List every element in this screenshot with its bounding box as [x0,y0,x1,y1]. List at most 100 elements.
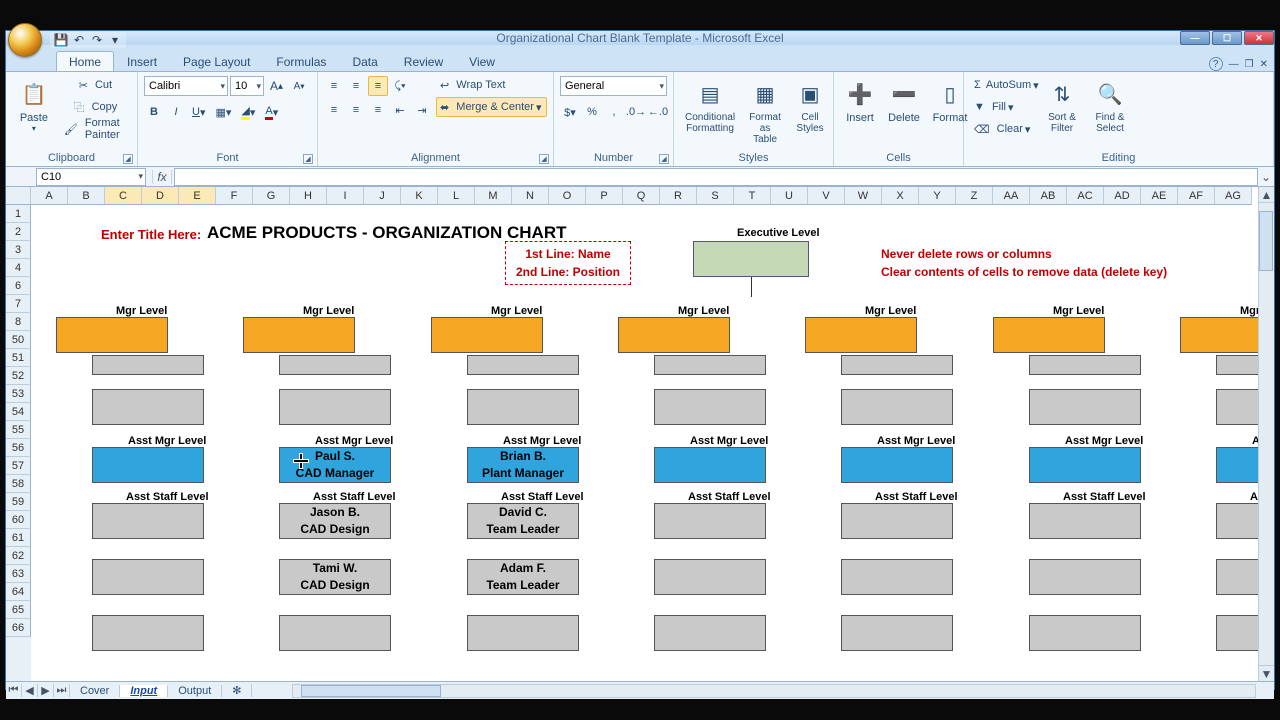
tab-nav-last[interactable]: ⏭ [54,684,70,697]
column-header-AB[interactable]: AB [1030,187,1067,205]
increase-decimal-button[interactable]: .0→ [626,102,646,122]
align-right-button[interactable]: ≡ [368,100,388,120]
row-header-65[interactable]: 65 [6,601,31,619]
italic-button[interactable]: I [166,102,186,122]
column-header-AF[interactable]: AF [1178,187,1215,205]
formula-input[interactable] [174,168,1258,186]
tab-home[interactable]: Home [56,51,114,71]
row-header-1[interactable]: 1 [6,205,31,223]
align-center-button[interactable]: ≡ [346,100,366,120]
inner-restore-icon[interactable]: ❐ [1245,59,1254,70]
column-header-AD[interactable]: AD [1104,187,1141,205]
row-header-2[interactable]: 2 [6,223,31,241]
row-header-50[interactable]: 50 [6,331,31,349]
fill-color-button[interactable]: ◢▾ [237,102,259,122]
copy-button[interactable]: ⿻ Copy [60,97,131,117]
column-header-AE[interactable]: AE [1141,187,1178,205]
column-header-J[interactable]: J [364,187,401,205]
ribbon-minimize-icon[interactable]: — [1229,59,1239,70]
tab-review[interactable]: Review [391,51,456,71]
cut-button[interactable]: ✂ Cut [60,75,131,95]
column-header-A[interactable]: A [31,187,68,205]
row-header-53[interactable]: 53 [6,385,31,403]
decrease-decimal-button[interactable]: ←.0 [648,102,668,122]
row-header-55[interactable]: 55 [6,421,31,439]
row-header-6[interactable]: 6 [6,277,31,295]
asst-staff-box[interactable] [1029,503,1141,539]
column-header-AC[interactable]: AC [1067,187,1104,205]
vertical-scrollbar[interactable]: ▲ ▼ [1258,187,1274,681]
column-header-L[interactable]: L [438,187,475,205]
asst-staff-box[interactable] [841,503,953,539]
comma-format-button[interactable]: , [604,102,624,122]
asst-mgr-box[interactable] [1029,447,1141,483]
name-box[interactable]: C10 [36,168,146,186]
insert-cells-button[interactable]: ➕Insert [840,75,880,150]
accounting-format-button[interactable]: $▾ [560,102,580,122]
asst-mgr-box[interactable]: Brian B.Plant Manager [467,447,579,483]
align-middle-button[interactable]: ≡ [346,76,366,96]
maximize-button[interactable]: ☐ [1212,31,1242,45]
asst-staff-box[interactable] [841,559,953,595]
row-header-54[interactable]: 54 [6,403,31,421]
staff-box[interactable] [1029,389,1141,425]
h-scroll-thumb[interactable] [301,685,441,697]
row-header-61[interactable]: 61 [6,529,31,547]
font-color-button[interactable]: A▾ [261,102,282,122]
tab-view[interactable]: View [456,51,508,71]
column-header-B[interactable]: B [68,187,105,205]
close-button[interactable]: ✕ [1244,31,1274,45]
formula-expand-icon[interactable]: ⌄ [1259,170,1273,184]
asst-staff-box[interactable] [654,559,766,595]
tab-nav-prev[interactable]: ◀ [22,684,38,697]
borders-button[interactable]: ▦▾ [211,102,235,122]
staff-box[interactable] [841,389,953,425]
staff-box[interactable] [841,355,953,375]
staff-box[interactable] [654,355,766,375]
row-header-51[interactable]: 51 [6,349,31,367]
percent-format-button[interactable]: % [582,102,602,122]
asst-staff-box[interactable] [467,615,579,651]
save-icon[interactable]: 💾 [54,33,68,47]
column-header-N[interactable]: N [512,187,549,205]
sheet-tab-input[interactable]: Input [120,685,168,697]
main-title[interactable]: ACME PRODUCTS - ORGANIZATION CHART [207,223,567,243]
tab-insert[interactable]: Insert [114,51,170,71]
new-sheet-button[interactable]: ✻ [222,684,252,697]
tab-data[interactable]: Data [339,51,390,71]
mgr-box[interactable] [431,317,543,353]
scroll-thumb[interactable] [1259,211,1273,271]
column-header-D[interactable]: D [142,187,179,205]
font-dialog-launcher[interactable]: ◢ [303,154,313,164]
asst-staff-box[interactable]: David C.Team Leader [467,503,579,539]
mgr-box[interactable] [805,317,917,353]
sheet-tab-cover[interactable]: Cover [70,685,120,697]
find-select-button[interactable]: 🔍Find & Select [1088,75,1132,150]
alignment-dialog-launcher[interactable]: ◢ [539,154,549,164]
column-header-Q[interactable]: Q [623,187,660,205]
staff-box[interactable] [654,389,766,425]
column-header-R[interactable]: R [660,187,697,205]
staff-box[interactable] [92,389,204,425]
grow-font-button[interactable]: A▴ [266,76,287,96]
row-header-59[interactable]: 59 [6,493,31,511]
column-header-O[interactable]: O [549,187,586,205]
column-header-X[interactable]: X [882,187,919,205]
row-header-8[interactable]: 8 [6,313,31,331]
horizontal-scrollbar[interactable] [292,684,1256,698]
asst-staff-box[interactable] [654,615,766,651]
row-header-60[interactable]: 60 [6,511,31,529]
decrease-indent-button[interactable]: ⇤ [390,100,410,120]
fx-button[interactable]: fx [152,170,172,184]
row-header-66[interactable]: 66 [6,619,31,637]
office-orb-button[interactable] [8,23,42,57]
column-header-E[interactable]: E [179,187,216,205]
worksheet-area[interactable]: ABCDEFGHIJKLMNOPQRSTUVWXYZAAABACADAEAFAG… [6,187,1274,681]
mgr-box[interactable] [993,317,1105,353]
asst-staff-box[interactable] [92,559,204,595]
column-header-F[interactable]: F [216,187,253,205]
clear-button[interactable]: ⌫ Clear▾ [970,119,1036,139]
row-header-63[interactable]: 63 [6,565,31,583]
row-header-7[interactable]: 7 [6,295,31,313]
tab-nav-first[interactable]: ⏮ [6,684,22,697]
